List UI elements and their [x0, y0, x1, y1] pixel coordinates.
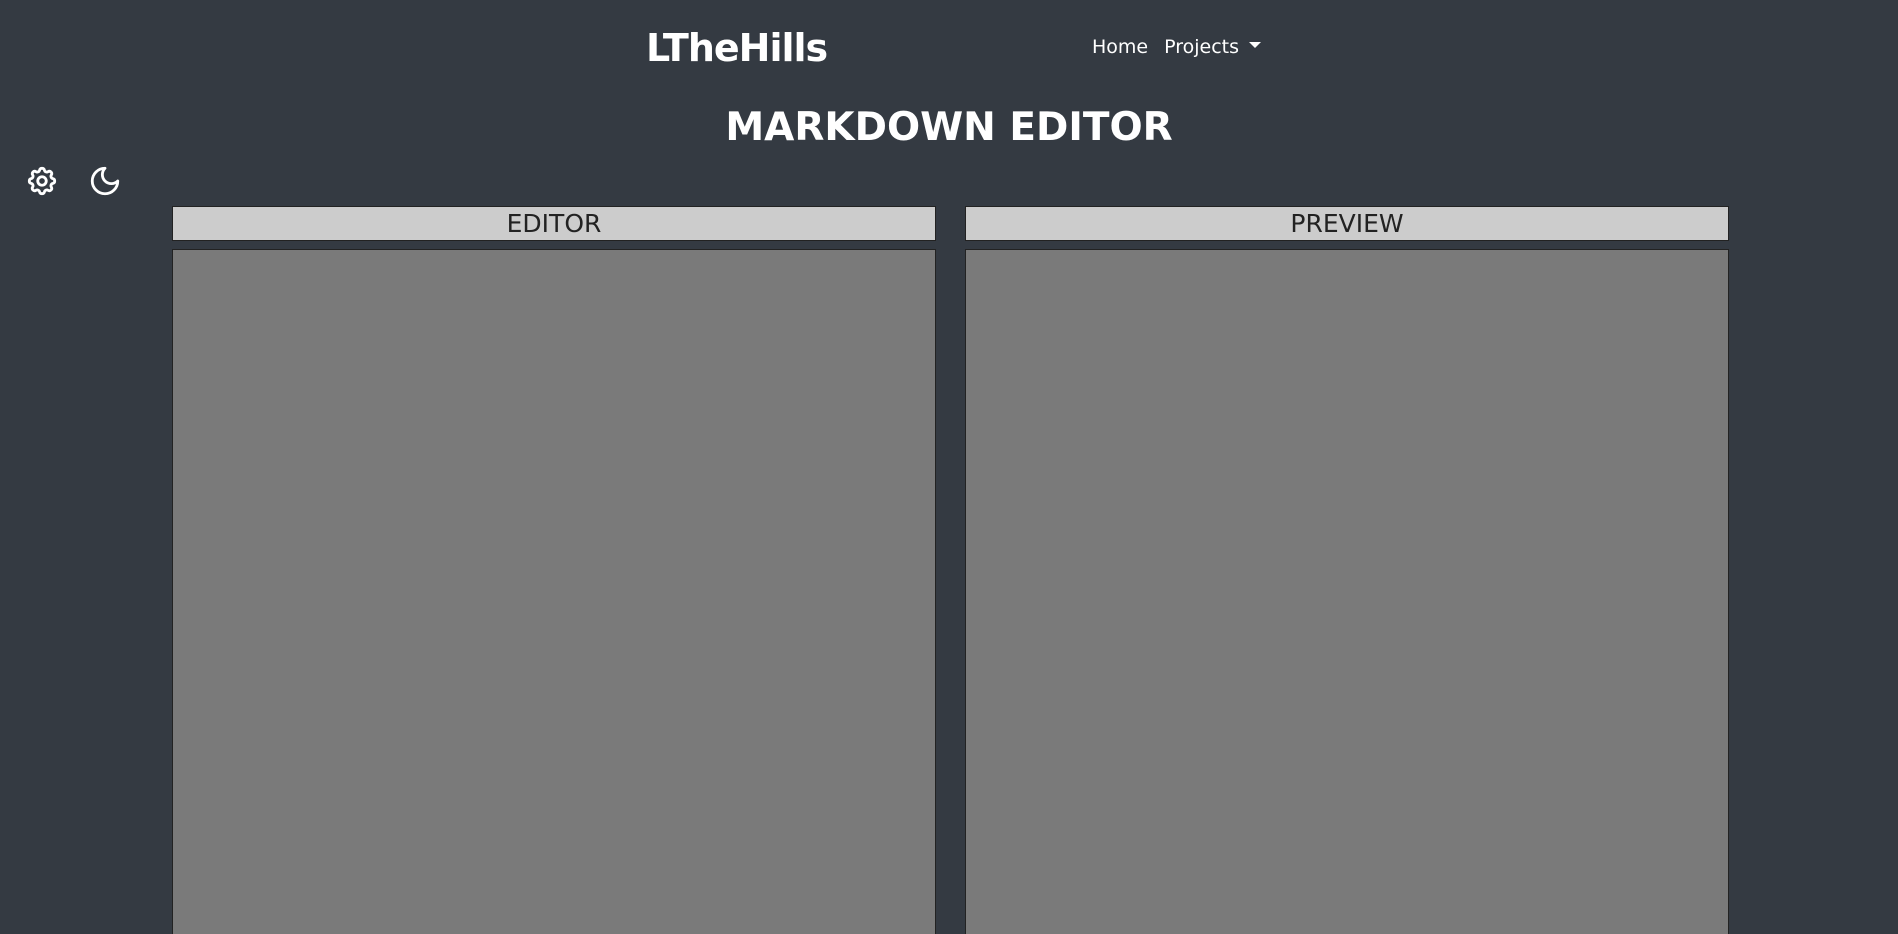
preview-header: PREVIEW	[965, 206, 1729, 241]
page-title: MARKDOWN EDITOR	[725, 105, 1173, 150]
theme-toggle-button[interactable]	[86, 162, 124, 200]
settings-button[interactable]	[23, 162, 61, 200]
main-nav: Home Projects	[1092, 36, 1262, 58]
nav-dropdown-projects[interactable]: Projects	[1164, 36, 1262, 58]
moon-icon	[90, 166, 120, 196]
brand-link[interactable]: LTheHills	[646, 22, 828, 74]
editor-header: EDITOR	[172, 206, 936, 241]
nav-link-projects[interactable]: Projects	[1164, 36, 1239, 58]
chevron-down-icon	[1249, 42, 1262, 48]
gear-icon	[27, 166, 57, 196]
nav-link-home[interactable]: Home	[1092, 36, 1148, 58]
editor-textarea[interactable]	[172, 249, 936, 934]
page: LTheHills Home Projects MARKDOWN EDITOR …	[0, 0, 1898, 934]
preview-pane	[965, 249, 1729, 934]
